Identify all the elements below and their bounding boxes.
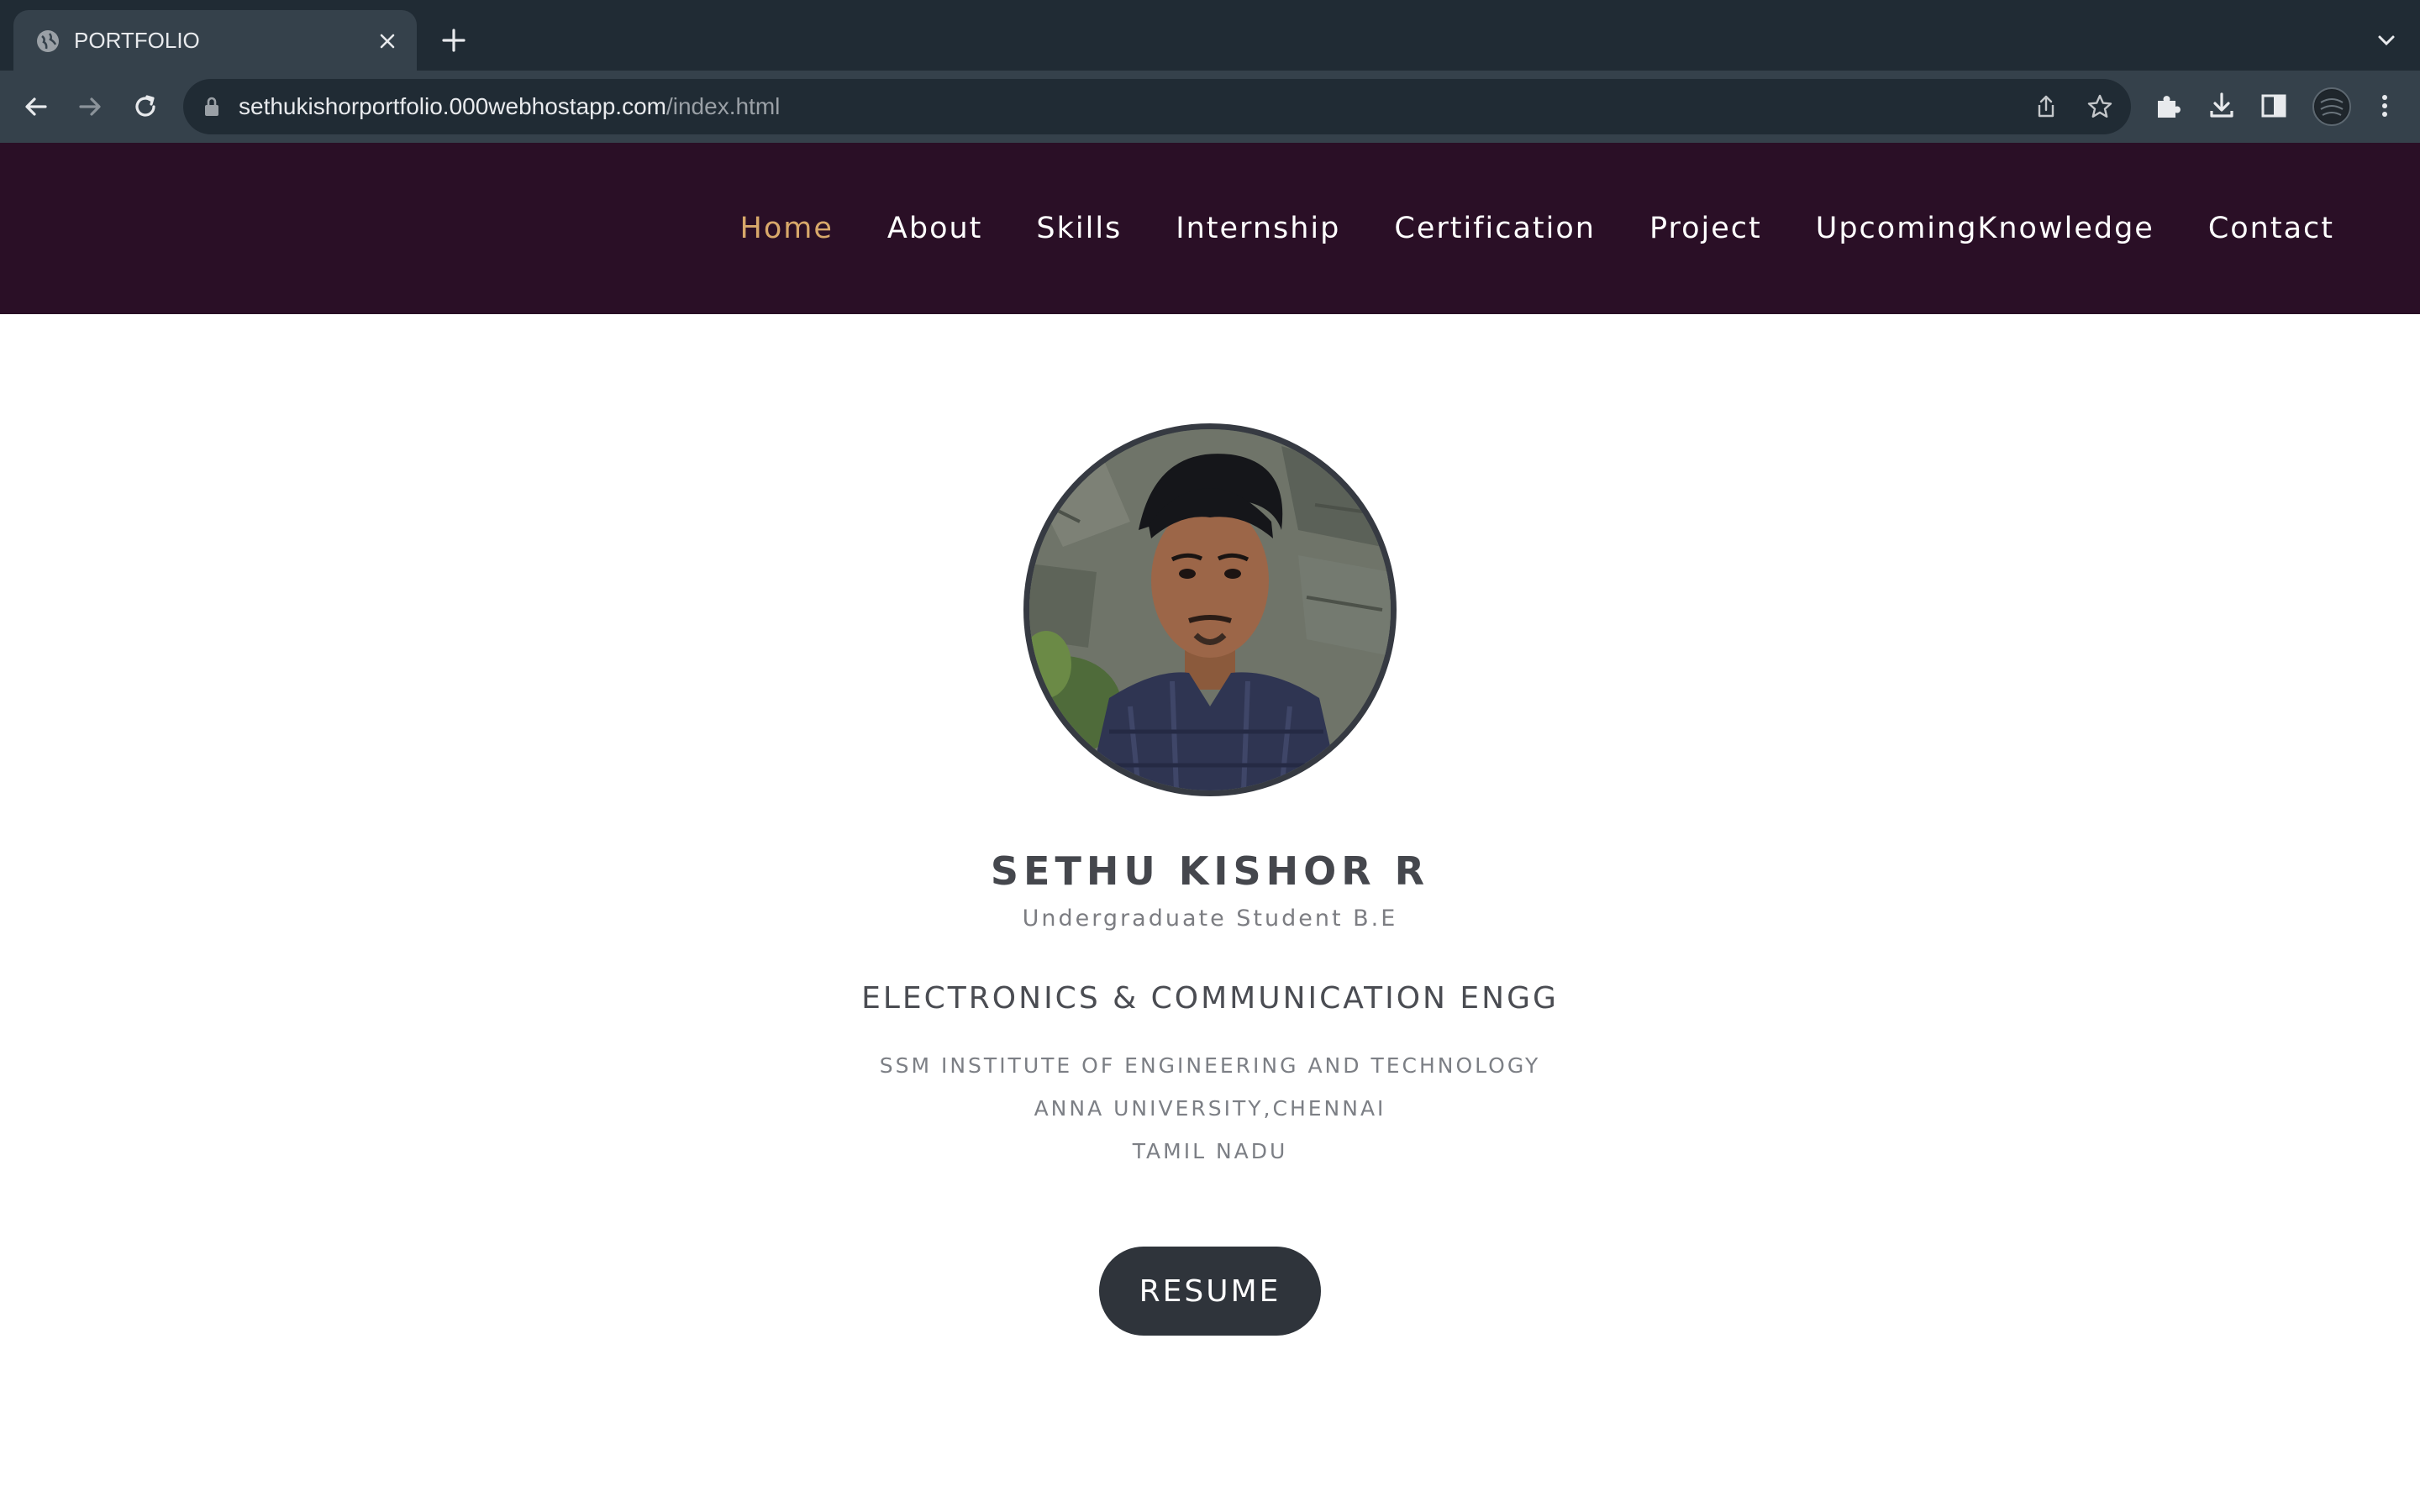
state-line: TAMIL NADU [1132, 1139, 1288, 1163]
back-arrow-icon[interactable] [18, 89, 54, 124]
resume-button[interactable]: RESUME [1099, 1247, 1321, 1336]
reload-icon[interactable] [128, 89, 163, 124]
browser-tab-strip: PORTFOLIO [0, 0, 2420, 71]
nav-internship[interactable]: Internship [1176, 212, 1340, 245]
nav-certification[interactable]: Certification [1394, 212, 1596, 245]
address-bar[interactable]: sethukishorportfolio.000webhostapp.com/i… [183, 79, 2131, 134]
tab-title: PORTFOLIO [74, 28, 200, 53]
url-host: sethukishorportfolio.000webhostapp.com [239, 93, 666, 119]
nav-home[interactable]: Home [740, 212, 834, 245]
url-path: /index.html [666, 93, 781, 119]
profile-photo-illustration [1029, 429, 1391, 790]
share-icon[interactable] [2032, 92, 2060, 121]
nav-upcoming-knowledge[interactable]: UpcomingKnowledge [1816, 212, 2154, 245]
chevron-down-icon[interactable] [2375, 29, 2398, 52]
nav-contact[interactable]: Contact [2208, 212, 2334, 245]
browser-toolbar: sethukishorportfolio.000webhostapp.com/i… [0, 71, 2420, 143]
forward-arrow-icon[interactable] [72, 89, 108, 124]
bookmark-star-icon[interactable] [2086, 92, 2114, 121]
university-line: ANNA UNIVERSITY,CHENNAI [1034, 1096, 1386, 1121]
download-icon[interactable] [2205, 89, 2238, 123]
new-tab-plus-icon[interactable] [439, 25, 469, 55]
extensions-puzzle-icon[interactable] [2151, 89, 2185, 123]
site-header: Home About Skills Internship Certificati… [0, 143, 2420, 314]
profile-pattern-icon [2315, 90, 2349, 123]
site-nav: Home About Skills Internship Certificati… [687, 143, 2334, 314]
nav-about[interactable]: About [887, 212, 982, 245]
browser-tab[interactable]: PORTFOLIO [13, 10, 417, 71]
profile-avatar-icon[interactable] [2312, 87, 2351, 126]
close-icon[interactable] [375, 29, 400, 54]
institution-line: SSM INSTITUTE OF ENGINEERING AND TECHNOL… [879, 1053, 1541, 1078]
side-panel-icon[interactable] [2257, 89, 2291, 123]
profile-department: ELECTRONICS & COMMUNICATION ENGG [861, 981, 1559, 1016]
more-vertical-icon[interactable] [2368, 89, 2402, 123]
profile-photo [1023, 423, 1397, 796]
nav-skills[interactable]: Skills [1036, 212, 1122, 245]
url-text[interactable]: sethukishorportfolio.000webhostapp.com/i… [239, 92, 780, 121]
profile-subtitle: Undergraduate Student B.E [1022, 906, 1398, 932]
lock-icon[interactable] [202, 96, 222, 118]
profile-name: SETHU KISHOR R [990, 848, 1430, 894]
nav-project[interactable]: Project [1649, 212, 1762, 245]
hero-section: SETHU KISHOR R Undergraduate Student B.E… [0, 314, 2420, 1512]
globe-icon [37, 30, 59, 52]
